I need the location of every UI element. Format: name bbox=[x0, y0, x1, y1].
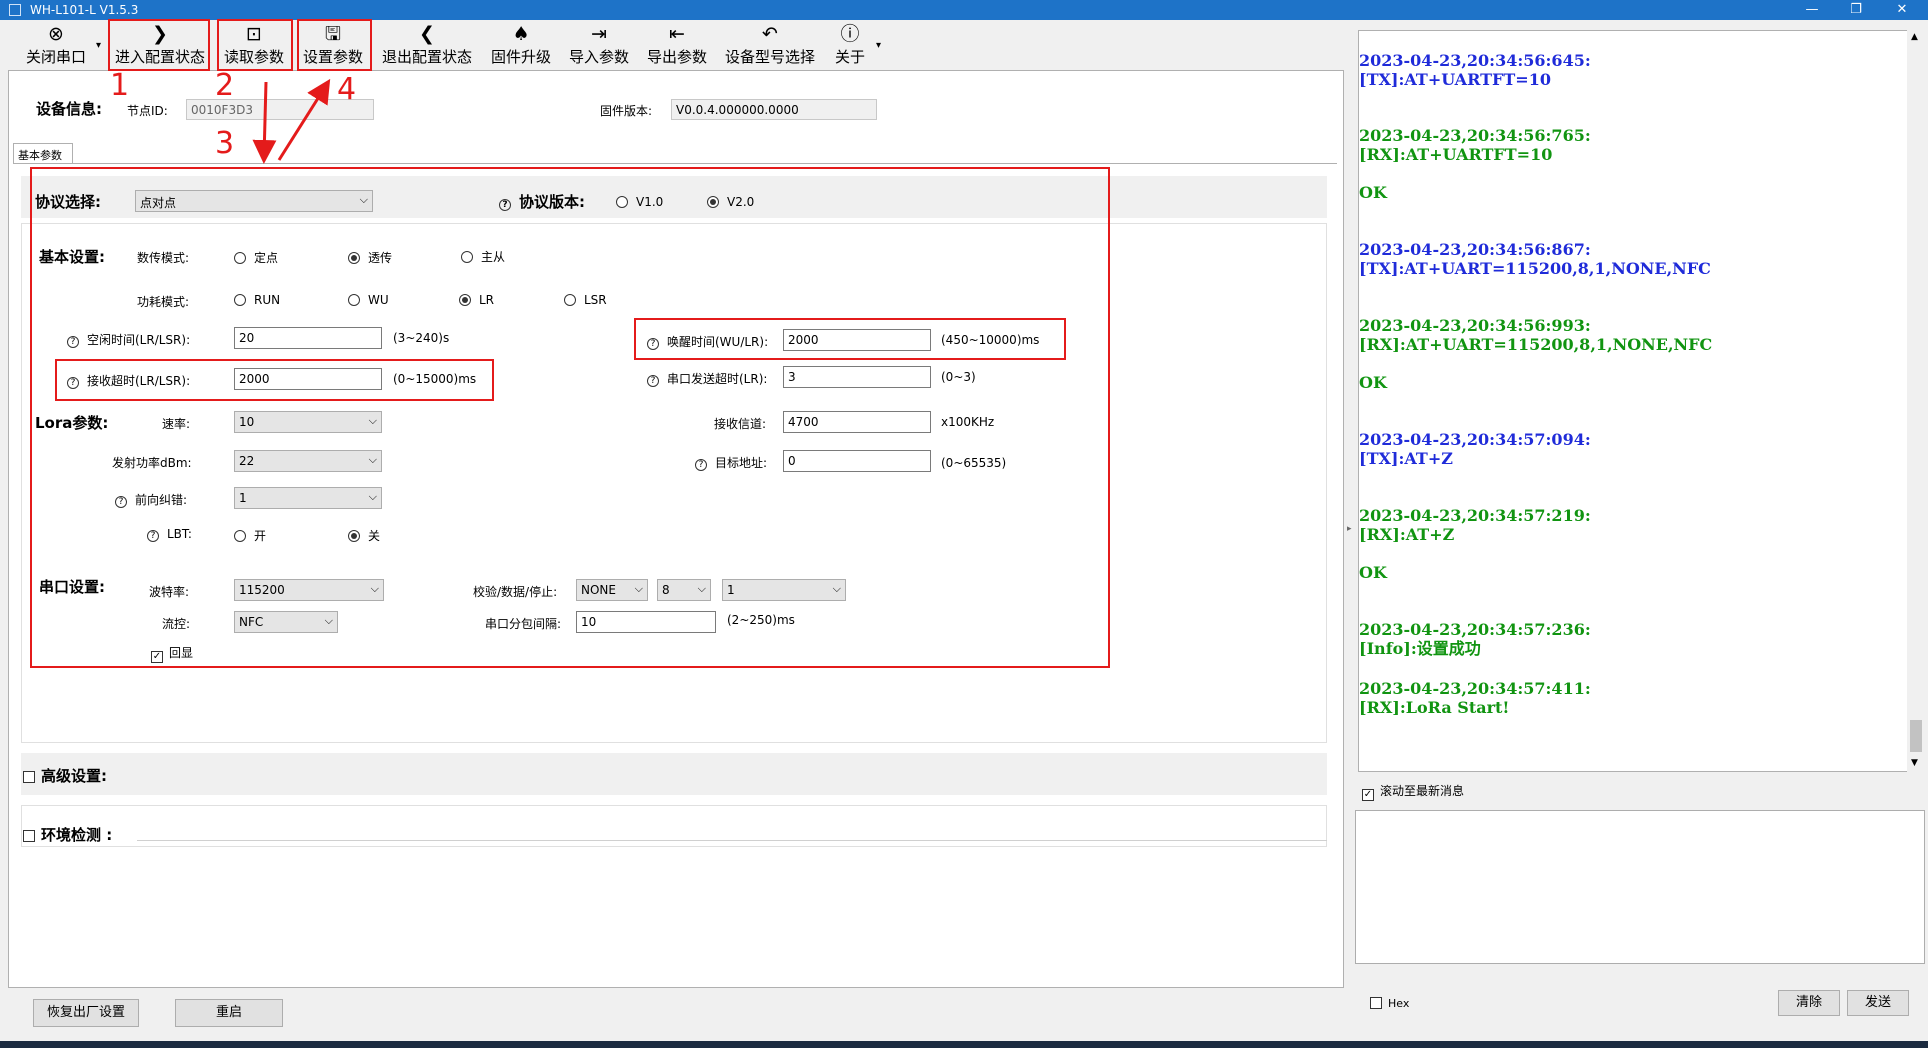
minimize-button[interactable]: — bbox=[1790, 0, 1834, 20]
about-button[interactable]: ⓘ 关于 bbox=[828, 23, 872, 70]
log-message: [TX]:AT+Z bbox=[1359, 449, 1453, 468]
log-message: [TX]:AT+UART=115200,8,1,NONE,NFC bbox=[1359, 259, 1711, 278]
import-params-label: 导入参数 bbox=[568, 48, 629, 66]
annotation-arrows bbox=[252, 78, 331, 164]
log-timestamp: 2023-04-23,20:34:56:993: bbox=[1359, 316, 1591, 335]
log-timestamp: 2023-04-23,20:34:57:219: bbox=[1359, 506, 1591, 525]
autoscroll-checkbox[interactable]: ✓ 滚动至最新消息 bbox=[1362, 782, 1464, 801]
info-icon: ⓘ bbox=[840, 23, 860, 45]
log-message: [RX]:AT+Z bbox=[1359, 525, 1455, 544]
about-label: 关于 bbox=[834, 48, 865, 66]
firmware-version-field: V0.0.4.000000.0000 bbox=[671, 99, 877, 120]
restart-button[interactable]: 重启 bbox=[175, 999, 283, 1027]
log-message: [TX]:AT+UARTFT=10 bbox=[1359, 70, 1551, 89]
log-timestamp: 2023-04-23,20:34:56:765: bbox=[1359, 126, 1591, 145]
log-message: [RX]:LoRa Start! bbox=[1359, 698, 1510, 717]
firmware-upgrade-button[interactable]: ♠ 固件升级 bbox=[485, 23, 557, 70]
factory-reset-button[interactable]: 恢复出厂设置 bbox=[33, 999, 139, 1027]
advanced-settings-toggle[interactable]: 高级设置: bbox=[23, 765, 107, 786]
log-timestamp: 2023-04-23,20:34:56:867: bbox=[1359, 240, 1591, 259]
import-icon: ⇥ bbox=[591, 23, 607, 45]
undo-icon: ↶ bbox=[762, 23, 778, 45]
checkbox-icon bbox=[1370, 997, 1382, 1009]
log-message: [RX]:AT+UARTFT=10 bbox=[1359, 145, 1553, 164]
send-button[interactable]: 发送 bbox=[1847, 990, 1909, 1016]
advanced-settings-label: 高级设置: bbox=[41, 767, 107, 785]
firmware-version-label: 固件版本: bbox=[600, 104, 653, 118]
annotation-box-wake bbox=[634, 318, 1066, 360]
chevron-down-icon[interactable]: ▾ bbox=[876, 40, 881, 51]
firmware-icon: ♠ bbox=[512, 23, 530, 45]
log-timestamp: 2023-04-23,20:34:57:094: bbox=[1359, 430, 1591, 449]
scroll-up-icon[interactable]: ▲ bbox=[1911, 32, 1918, 42]
hex-checkbox[interactable]: Hex bbox=[1370, 997, 1409, 1010]
device-model-label: 设备型号选择 bbox=[724, 48, 815, 66]
annotation-box-rx-timeout bbox=[55, 359, 494, 401]
restore-button[interactable]: ❐ bbox=[1834, 0, 1878, 20]
log-timestamp: 2023-04-23,20:34:57:411: bbox=[1359, 679, 1591, 698]
log-timestamp: 2023-04-23,20:34:57:236: bbox=[1359, 620, 1591, 639]
divider bbox=[137, 840, 1327, 841]
export-icon: ⇤ bbox=[669, 23, 685, 45]
advanced-band bbox=[21, 753, 1327, 795]
firmware-upgrade-label: 固件升级 bbox=[490, 48, 551, 66]
close-button[interactable]: ✕ bbox=[1880, 0, 1924, 20]
log-message: OK bbox=[1359, 183, 1387, 202]
arrow-2-to-3 bbox=[252, 81, 277, 164]
scroll-thumb[interactable] bbox=[1910, 720, 1922, 752]
checkbox-icon bbox=[23, 830, 35, 842]
taskbar bbox=[0, 1041, 1928, 1048]
log-message: OK bbox=[1359, 563, 1387, 582]
log-scrollbar[interactable]: ▲ ▼ bbox=[1907, 30, 1925, 772]
env-detect-toggle[interactable]: 环境检测 : bbox=[23, 824, 112, 845]
clear-button[interactable]: 清除 bbox=[1778, 990, 1840, 1016]
checkbox-icon bbox=[23, 771, 35, 783]
import-params-button[interactable]: ⇥ 导入参数 bbox=[563, 23, 635, 70]
log-message: [Info]:设置成功 bbox=[1359, 639, 1481, 658]
checkbox-checked-icon: ✓ bbox=[1362, 789, 1374, 801]
export-params-button[interactable]: ⇤ 导出参数 bbox=[641, 23, 713, 70]
export-params-label: 导出参数 bbox=[646, 48, 707, 66]
log-message: OK bbox=[1359, 373, 1387, 392]
log-message: [RX]:AT+UART=115200,8,1,NONE,NFC bbox=[1359, 335, 1713, 354]
env-detect-label: 环境检测 : bbox=[41, 826, 113, 844]
arrow-3-to-4 bbox=[277, 78, 331, 161]
device-model-button[interactable]: ↶ 设备型号选择 bbox=[720, 23, 820, 70]
hex-label: Hex bbox=[1388, 997, 1410, 1010]
log-timestamp: 2023-04-23,20:34:56:645: bbox=[1359, 51, 1591, 70]
annotation-box-3 bbox=[30, 167, 1110, 668]
autoscroll-label: 滚动至最新消息 bbox=[1380, 784, 1465, 798]
log-panel: 2023-04-23,20:34:56:645: [TX]:AT+UARTFT=… bbox=[1358, 30, 1910, 772]
scroll-down-icon[interactable]: ▼ bbox=[1911, 758, 1918, 768]
send-textarea[interactable] bbox=[1355, 810, 1925, 964]
